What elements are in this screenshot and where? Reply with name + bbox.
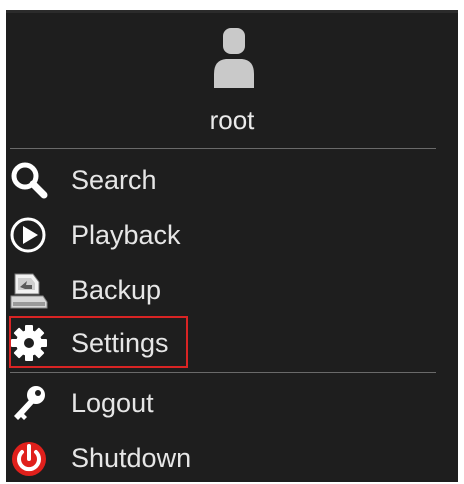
search-icon — [11, 162, 48, 199]
menu-item-settings-label: Settings — [71, 328, 169, 358]
menu-item-backup[interactable]: Backup — [6, 266, 266, 316]
username: root — [209, 105, 255, 135]
menu-item-settings[interactable]: Settings — [6, 319, 266, 369]
divider-top — [10, 148, 436, 149]
user-block: root — [6, 10, 458, 150]
menu-item-shutdown-label: Shutdown — [71, 443, 192, 473]
key-icon — [14, 386, 45, 420]
menu-item-logout[interactable]: Logout — [6, 379, 266, 429]
menu-item-shutdown[interactable]: Shutdown — [6, 434, 266, 484]
main-menu-panel: root Search Playback Backup Settings Log… — [6, 10, 458, 482]
play-circle-icon — [10, 217, 46, 253]
divider-bottom — [10, 372, 436, 373]
menu-item-playback[interactable]: Playback — [6, 211, 266, 261]
menu-item-search-label: Search — [71, 165, 157, 195]
user-avatar-icon — [214, 28, 254, 88]
menu-item-search[interactable]: Search — [6, 156, 266, 206]
backup-drive-icon — [10, 273, 48, 309]
menu-item-backup-label: Backup — [71, 275, 162, 305]
menu-item-logout-label: Logout — [71, 388, 154, 418]
power-icon — [12, 442, 46, 476]
gear-icon — [11, 325, 47, 361]
menu-item-playback-label: Playback — [71, 220, 181, 250]
